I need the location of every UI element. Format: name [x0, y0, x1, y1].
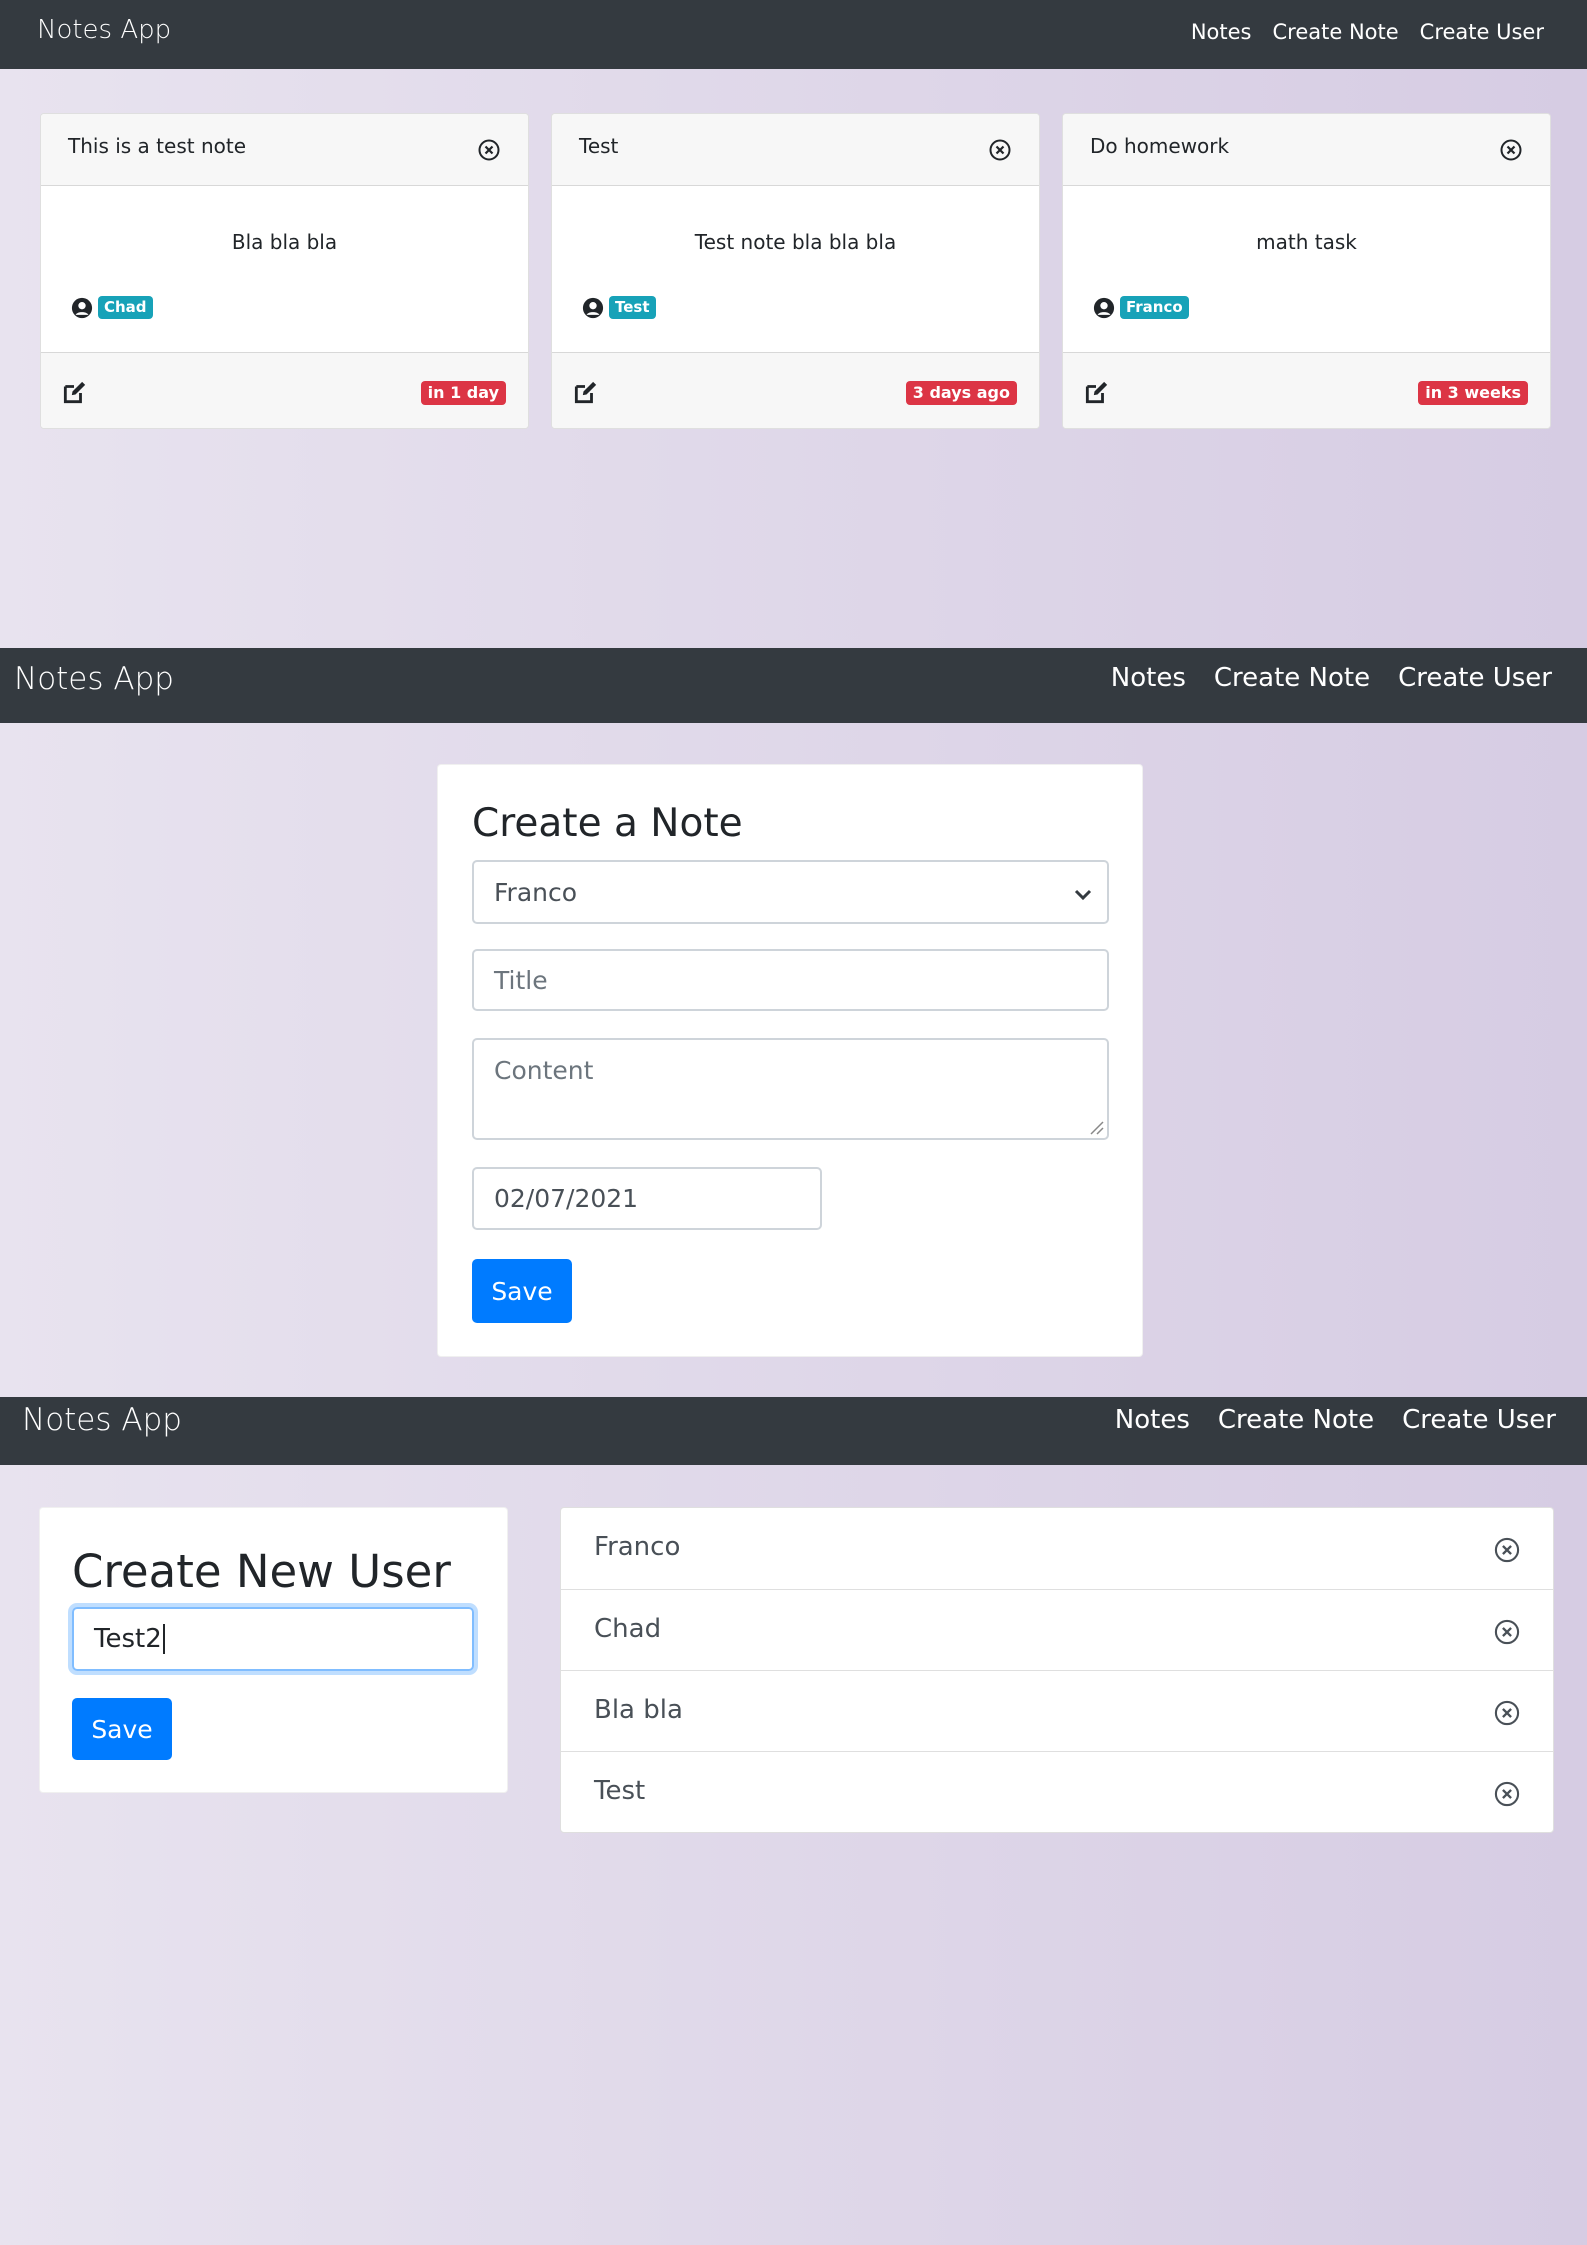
brand-link[interactable]: Notes App — [14, 661, 174, 697]
edit-icon[interactable] — [572, 380, 598, 406]
delete-user-icon[interactable] — [1493, 1618, 1521, 1646]
nav-link-create-user[interactable]: Create User — [1398, 663, 1552, 693]
note-card: This is a test note Bla bla bla Chad in … — [40, 113, 529, 429]
note-author: Test — [582, 296, 656, 319]
delete-user-icon[interactable] — [1493, 1699, 1521, 1727]
resize-grip-icon[interactable] — [1086, 1117, 1104, 1135]
nav-link-notes[interactable]: Notes — [1115, 1405, 1190, 1435]
note-title: Test — [579, 134, 619, 158]
date-badge: in 3 weeks — [1418, 381, 1528, 405]
date-input[interactable]: 02/07/2021 — [472, 1167, 822, 1230]
user-list-item[interactable]: Chad — [561, 1589, 1553, 1670]
delete-note-icon[interactable] — [1499, 138, 1523, 162]
note-card-footer: in 1 day — [41, 352, 528, 428]
create-note-heading: Create a Note — [472, 801, 743, 846]
nav-link-create-note[interactable]: Create Note — [1214, 663, 1370, 693]
delete-note-icon[interactable] — [988, 138, 1012, 162]
user-list: Franco Chad Bla bla Test — [560, 1507, 1554, 1833]
brand-link[interactable]: Notes App — [22, 1402, 182, 1438]
title-input[interactable]: Title — [472, 949, 1109, 1011]
user-select-value: Franco — [494, 877, 578, 907]
edit-icon[interactable] — [1083, 380, 1109, 406]
delete-note-icon[interactable] — [477, 138, 501, 162]
notes-grid: This is a test note Bla bla bla Chad in … — [40, 113, 1551, 429]
save-user-button[interactable]: Save — [72, 1698, 172, 1760]
user-circle-icon — [582, 297, 604, 318]
note-content: Test note bla bla bla — [694, 230, 897, 254]
note-card-header: Do homework — [1063, 114, 1550, 186]
content-placeholder: Content — [494, 1056, 594, 1085]
nav-links: Notes Create Note Create User — [1115, 1405, 1556, 1435]
note-card-header: This is a test note — [41, 114, 528, 186]
navbar: Notes App Notes Create Note Create User — [0, 648, 1587, 723]
note-card-body: math task Franco — [1063, 186, 1550, 354]
nav-link-create-note[interactable]: Create Note — [1218, 1405, 1374, 1435]
author-badge: Franco — [1120, 296, 1189, 319]
brand-link[interactable]: Notes App — [37, 15, 171, 45]
nav-links: Notes Create Note Create User — [1111, 663, 1552, 693]
notes-screen: Notes App Notes Create Note Create User … — [0, 0, 1587, 648]
navbar: Notes App Notes Create Note Create User — [0, 1397, 1587, 1465]
user-list-item[interactable]: Bla bla — [561, 1670, 1553, 1751]
note-author: Franco — [1093, 296, 1189, 319]
create-user-screen: Notes App Notes Create Note Create User … — [0, 1397, 1587, 2245]
chevron-down-icon — [1074, 889, 1092, 901]
create-note-screen: Notes App Notes Create Note Create User … — [0, 648, 1587, 1397]
navbar: Notes App Notes Create Note Create User — [0, 0, 1587, 69]
save-note-button[interactable]: Save — [472, 1259, 572, 1323]
create-user-heading: Create New User — [72, 1545, 451, 1598]
user-circle-icon — [1093, 297, 1115, 318]
edit-icon[interactable] — [61, 380, 87, 406]
user-name: Bla bla — [594, 1695, 683, 1725]
create-note-card: Create a Note Franco Title Content 02/07… — [437, 764, 1143, 1357]
nav-link-notes[interactable]: Notes — [1111, 663, 1186, 693]
user-select[interactable]: Franco — [472, 860, 1109, 924]
author-badge: Test — [609, 296, 656, 319]
date-badge: in 1 day — [420, 381, 506, 405]
username-input[interactable]: Test2 — [72, 1607, 474, 1671]
nav-link-notes[interactable]: Notes — [1191, 20, 1252, 44]
note-card-header: Test — [552, 114, 1039, 186]
title-placeholder: Title — [494, 965, 548, 995]
user-name: Chad — [594, 1614, 662, 1644]
note-content: math task — [1256, 230, 1357, 254]
delete-user-icon[interactable] — [1493, 1780, 1521, 1808]
nav-link-create-user[interactable]: Create User — [1420, 20, 1544, 44]
user-name: Franco — [594, 1532, 681, 1562]
text-caret — [162, 1624, 165, 1654]
content-textarea[interactable]: Content — [472, 1038, 1109, 1140]
note-card-body: Bla bla bla Chad — [41, 186, 528, 354]
user-list-item[interactable]: Test — [561, 1751, 1553, 1832]
note-card: Test Test note bla bla bla Test 3 days a… — [551, 113, 1040, 429]
delete-user-icon[interactable] — [1493, 1536, 1521, 1564]
username-value: Test2 — [94, 1624, 162, 1654]
note-title: Do homework — [1090, 134, 1230, 158]
note-card-body: Test note bla bla bla Test — [552, 186, 1039, 354]
note-card-footer: in 3 weeks — [1063, 352, 1550, 428]
note-content: Bla bla bla — [231, 230, 338, 254]
note-title: This is a test note — [68, 134, 246, 158]
user-circle-icon — [71, 297, 93, 318]
user-list-item[interactable]: Franco — [561, 1508, 1553, 1589]
note-card: Do homework math task Franco in 3 weeks — [1062, 113, 1551, 429]
user-name: Test — [594, 1776, 646, 1806]
nav-link-create-note[interactable]: Create Note — [1273, 20, 1399, 44]
date-badge: 3 days ago — [905, 381, 1017, 405]
note-author: Chad — [71, 296, 153, 319]
date-value: 02/07/2021 — [494, 1184, 639, 1213]
author-badge: Chad — [98, 296, 153, 319]
nav-links: Notes Create Note Create User — [1191, 20, 1544, 44]
note-card-footer: 3 days ago — [552, 352, 1039, 428]
nav-link-create-user[interactable]: Create User — [1402, 1405, 1556, 1435]
